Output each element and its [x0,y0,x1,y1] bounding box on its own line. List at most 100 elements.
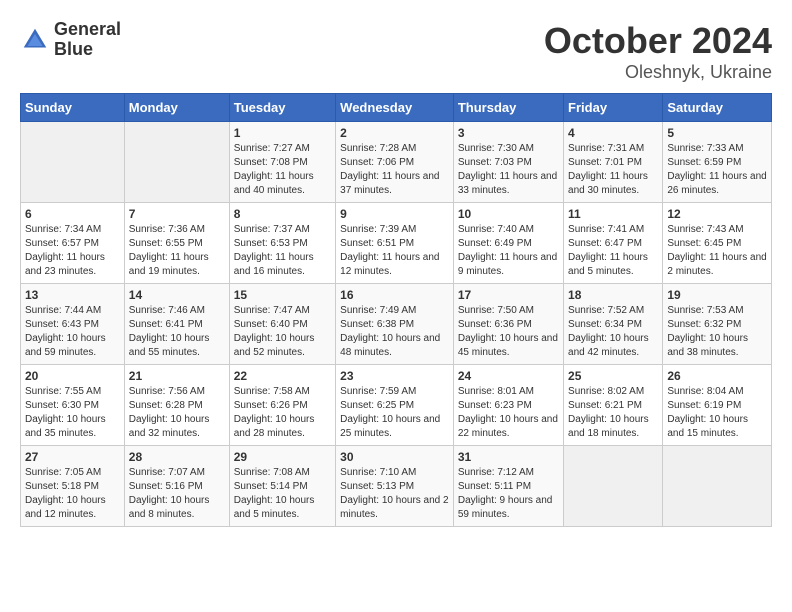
sunrise-label: Sunrise: 7:40 AM [458,224,534,235]
daylight-label: Daylight: 10 hours and 59 minutes. [25,333,106,358]
day-number: 20 [25,369,120,383]
day-info: Sunrise: 7:55 AM Sunset: 6:30 PM Dayligh… [25,385,120,441]
day-info: Sunrise: 7:39 AM Sunset: 6:51 PM Dayligh… [340,223,449,279]
sunrise-label: Sunrise: 7:10 AM [340,467,416,478]
day-number: 28 [129,450,225,464]
daylight-label: Daylight: 11 hours and 5 minutes. [568,252,648,277]
day-info: Sunrise: 7:41 AM Sunset: 6:47 PM Dayligh… [568,223,658,279]
sunset-label: Sunset: 6:57 PM [25,238,99,249]
day-info: Sunrise: 7:33 AM Sunset: 6:59 PM Dayligh… [667,142,767,198]
sunset-label: Sunset: 6:38 PM [340,319,414,330]
logo-line2: Blue [54,40,121,60]
sunset-label: Sunset: 6:55 PM [129,238,203,249]
page-title: October 2024 [544,20,772,62]
day-number: 10 [458,207,559,221]
day-info: Sunrise: 7:31 AM Sunset: 7:01 PM Dayligh… [568,142,658,198]
day-number: 29 [234,450,331,464]
sunset-label: Sunset: 6:21 PM [568,400,642,411]
day-info: Sunrise: 7:28 AM Sunset: 7:06 PM Dayligh… [340,142,449,198]
sunset-label: Sunset: 5:13 PM [340,481,414,492]
sunrise-label: Sunrise: 7:49 AM [340,305,416,316]
sunset-label: Sunset: 6:25 PM [340,400,414,411]
daylight-label: Daylight: 11 hours and 2 minutes. [667,252,766,277]
logo-line1: General [54,20,121,40]
calendar-week-row: 6 Sunrise: 7:34 AM Sunset: 6:57 PM Dayli… [21,203,772,284]
sunrise-label: Sunrise: 7:59 AM [340,386,416,397]
sunset-label: Sunset: 7:01 PM [568,157,642,168]
daylight-label: Daylight: 10 hours and 8 minutes. [129,495,210,520]
day-number: 11 [568,207,658,221]
sunset-label: Sunset: 7:08 PM [234,157,308,168]
sunset-label: Sunset: 6:32 PM [667,319,741,330]
calendar-cell: 22 Sunrise: 7:58 AM Sunset: 6:26 PM Dayl… [229,365,335,446]
daylight-label: Daylight: 10 hours and 18 minutes. [568,414,649,439]
weekday-header: Friday [564,94,663,122]
day-number: 1 [234,126,331,140]
sunrise-label: Sunrise: 8:02 AM [568,386,644,397]
day-info: Sunrise: 7:07 AM Sunset: 5:16 PM Dayligh… [129,466,225,522]
calendar-cell: 16 Sunrise: 7:49 AM Sunset: 6:38 PM Dayl… [336,284,454,365]
calendar-week-row: 20 Sunrise: 7:55 AM Sunset: 6:30 PM Dayl… [21,365,772,446]
daylight-label: Daylight: 11 hours and 19 minutes. [129,252,209,277]
daylight-label: Daylight: 10 hours and 25 minutes. [340,414,440,439]
daylight-label: Daylight: 10 hours and 32 minutes. [129,414,210,439]
daylight-label: Daylight: 10 hours and 5 minutes. [234,495,315,520]
day-info: Sunrise: 7:37 AM Sunset: 6:53 PM Dayligh… [234,223,331,279]
sunset-label: Sunset: 5:16 PM [129,481,203,492]
calendar-cell: 23 Sunrise: 7:59 AM Sunset: 6:25 PM Dayl… [336,365,454,446]
day-info: Sunrise: 7:08 AM Sunset: 5:14 PM Dayligh… [234,466,331,522]
sunset-label: Sunset: 6:47 PM [568,238,642,249]
calendar-cell: 28 Sunrise: 7:07 AM Sunset: 5:16 PM Dayl… [124,446,229,527]
day-info: Sunrise: 7:34 AM Sunset: 6:57 PM Dayligh… [25,223,120,279]
day-number: 7 [129,207,225,221]
sunset-label: Sunset: 6:51 PM [340,238,414,249]
calendar-week-row: 13 Sunrise: 7:44 AM Sunset: 6:43 PM Dayl… [21,284,772,365]
calendar-cell [663,446,772,527]
daylight-label: Daylight: 10 hours and 15 minutes. [667,414,748,439]
day-info: Sunrise: 7:12 AM Sunset: 5:11 PM Dayligh… [458,466,559,522]
day-info: Sunrise: 7:30 AM Sunset: 7:03 PM Dayligh… [458,142,559,198]
sunrise-label: Sunrise: 7:46 AM [129,305,205,316]
weekday-header: Wednesday [336,94,454,122]
day-info: Sunrise: 7:27 AM Sunset: 7:08 PM Dayligh… [234,142,331,198]
day-number: 12 [667,207,767,221]
daylight-label: Daylight: 11 hours and 23 minutes. [25,252,105,277]
day-number: 2 [340,126,449,140]
daylight-label: Daylight: 10 hours and 55 minutes. [129,333,210,358]
daylight-label: Daylight: 11 hours and 26 minutes. [667,171,766,196]
day-info: Sunrise: 7:53 AM Sunset: 6:32 PM Dayligh… [667,304,767,360]
day-info: Sunrise: 7:58 AM Sunset: 6:26 PM Dayligh… [234,385,331,441]
daylight-label: Daylight: 10 hours and 38 minutes. [667,333,748,358]
day-number: 30 [340,450,449,464]
day-info: Sunrise: 7:36 AM Sunset: 6:55 PM Dayligh… [129,223,225,279]
calendar-cell: 30 Sunrise: 7:10 AM Sunset: 5:13 PM Dayl… [336,446,454,527]
weekday-header: Saturday [663,94,772,122]
page-subtitle: Oleshnyk, Ukraine [544,62,772,83]
sunrise-label: Sunrise: 7:39 AM [340,224,416,235]
day-number: 13 [25,288,120,302]
sunset-label: Sunset: 6:41 PM [129,319,203,330]
day-number: 3 [458,126,559,140]
header-row: SundayMondayTuesdayWednesdayThursdayFrid… [21,94,772,122]
calendar-cell: 8 Sunrise: 7:37 AM Sunset: 6:53 PM Dayli… [229,203,335,284]
day-number: 24 [458,369,559,383]
day-info: Sunrise: 7:59 AM Sunset: 6:25 PM Dayligh… [340,385,449,441]
sunset-label: Sunset: 6:28 PM [129,400,203,411]
daylight-label: Daylight: 10 hours and 42 minutes. [568,333,649,358]
calendar-cell: 5 Sunrise: 7:33 AM Sunset: 6:59 PM Dayli… [663,122,772,203]
day-number: 6 [25,207,120,221]
calendar-cell: 4 Sunrise: 7:31 AM Sunset: 7:01 PM Dayli… [564,122,663,203]
calendar-cell [21,122,125,203]
sunrise-label: Sunrise: 7:30 AM [458,143,534,154]
sunrise-label: Sunrise: 7:44 AM [25,305,101,316]
sunrise-label: Sunrise: 7:58 AM [234,386,310,397]
calendar-cell: 7 Sunrise: 7:36 AM Sunset: 6:55 PM Dayli… [124,203,229,284]
calendar-table: SundayMondayTuesdayWednesdayThursdayFrid… [20,93,772,527]
daylight-label: Daylight: 10 hours and 28 minutes. [234,414,315,439]
calendar-cell: 15 Sunrise: 7:47 AM Sunset: 6:40 PM Dayl… [229,284,335,365]
sunrise-label: Sunrise: 7:52 AM [568,305,644,316]
daylight-label: Daylight: 10 hours and 35 minutes. [25,414,106,439]
daylight-label: Daylight: 10 hours and 22 minutes. [458,414,558,439]
sunset-label: Sunset: 6:40 PM [234,319,308,330]
day-number: 21 [129,369,225,383]
